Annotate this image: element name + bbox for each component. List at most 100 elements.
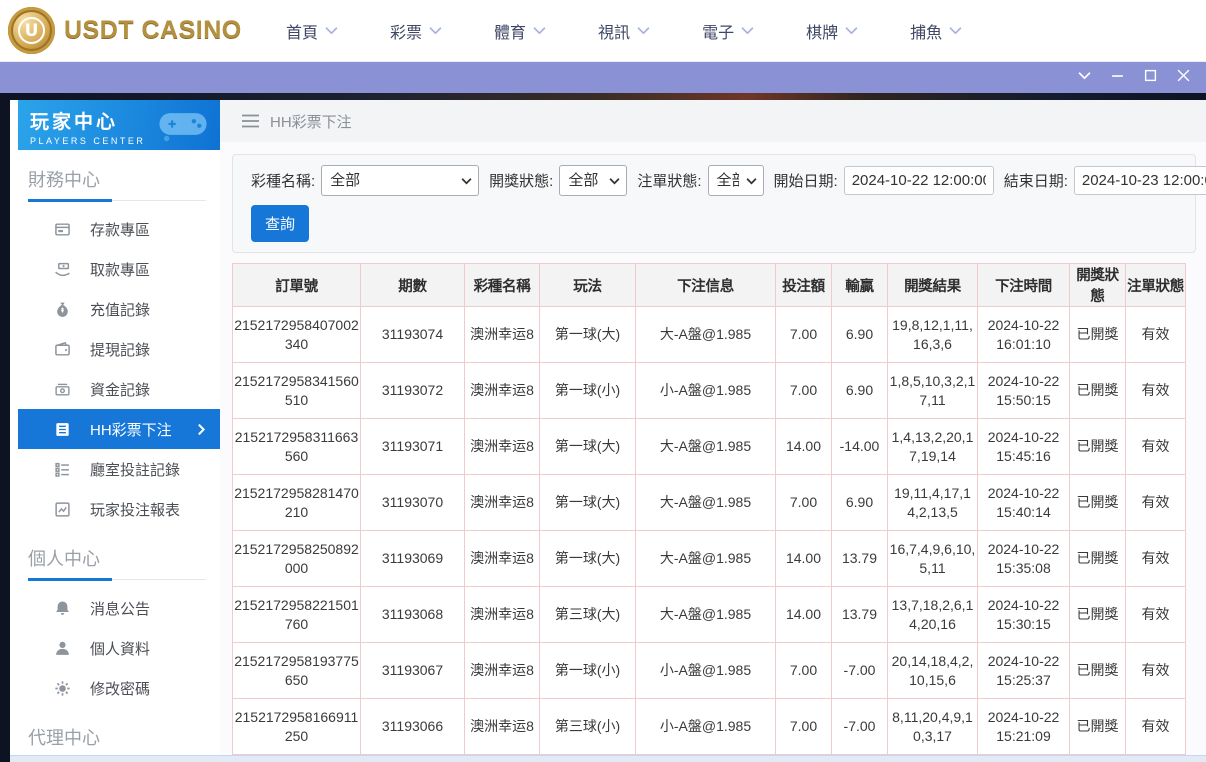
chevron-right-icon — [197, 423, 206, 436]
end-date-input[interactable] — [1074, 166, 1206, 195]
cell-bet-amount: 14.00 — [776, 419, 832, 475]
cell-play-type: 第一球(大) — [540, 475, 636, 531]
cell-win-loss: 6.90 — [832, 475, 888, 531]
lottery-select-wrap: 全部 — [321, 165, 479, 196]
order-status-select[interactable]: 全部 — [708, 165, 764, 196]
draw-status-filter: 開獎狀態: 全部 — [489, 165, 627, 196]
sidebar-item-label: 廳室投註記錄 — [90, 459, 180, 480]
chevron-down-icon — [429, 26, 442, 35]
chevron-down-icon — [741, 26, 754, 35]
sidebar-item-hall-bet-record[interactable]: 廳室投註記錄 — [18, 449, 220, 489]
sidebar-item-player-bet-report[interactable]: 玩家投注報表 — [18, 489, 220, 529]
lottery-select[interactable]: 全部 — [321, 165, 479, 196]
cell-period: 31193069 — [361, 531, 465, 587]
nav-item-sports[interactable]: 體育 — [468, 0, 572, 62]
maximize-button[interactable] — [1134, 62, 1167, 93]
main-content: HH彩票下注 彩種名稱: 全部 開獎狀態: — [220, 100, 1206, 762]
cell-draw-status: 已開獎 — [1070, 643, 1126, 699]
nav-item-chess[interactable]: 棋牌 — [780, 0, 884, 62]
col-bet-info: 下注信息 — [636, 264, 776, 307]
col-win-loss: 輸贏 — [832, 264, 888, 307]
col-lottery-name: 彩種名稱 — [465, 264, 540, 307]
chevron-down-icon — [637, 26, 650, 35]
close-icon — [1177, 69, 1190, 87]
player-center-panel: 玩家中心 PLAYERS CENTER 財務中心存款專區取款專區充值記錄提現記錄… — [10, 100, 1206, 762]
cell-win-loss: -14.00 — [832, 419, 888, 475]
cell-bet-time: 2024-10-22 15:30:15 — [978, 587, 1070, 643]
brand-name: USDT CASINO — [64, 16, 242, 45]
lottery-filter-label: 彩種名稱: — [251, 170, 315, 191]
cell-order-status: 有效 — [1126, 475, 1186, 531]
nav-item-slots[interactable]: 電子 — [676, 0, 780, 62]
chevron-down-icon — [533, 26, 546, 35]
cell-bet-amount: 7.00 — [776, 475, 832, 531]
sidebar-item-withdrawal-record[interactable]: 提現記錄 — [18, 329, 220, 369]
nav-item-live[interactable]: 視訊 — [572, 0, 676, 62]
cell-order-status: 有效 — [1126, 587, 1186, 643]
section-divider — [28, 198, 206, 201]
draw-status-select[interactable]: 全部 — [559, 165, 627, 196]
cell-bet-info: 大-A盤@1.985 — [636, 419, 776, 475]
nav-item-fishing[interactable]: 捕魚 — [884, 0, 988, 62]
horizontal-scrollbar[interactable] — [10, 755, 1206, 762]
table-row: 215217295840700234031193074澳洲幸运8第一球(大)大-… — [233, 307, 1186, 363]
sidebar-item-announcements[interactable]: 消息公告 — [18, 588, 220, 628]
cell-order-no: 2152172958311663560 — [233, 419, 361, 475]
nav-item-label: 電子 — [702, 19, 734, 43]
start-date-filter: 開始日期: — [774, 166, 994, 195]
search-button[interactable]: 查詢 — [251, 205, 309, 242]
end-date-label: 結束日期: — [1004, 170, 1068, 191]
chevron-down-icon — [325, 26, 338, 35]
chart-icon — [54, 501, 71, 518]
sidebar-item-change-password[interactable]: 修改密碼 — [18, 668, 220, 708]
brand[interactable]: U USDT CASINO — [0, 7, 238, 54]
table-body: 215217295840700234031193074澳洲幸运8第一球(大)大-… — [233, 307, 1186, 755]
nav-item-lottery[interactable]: 彩票 — [364, 0, 468, 62]
sidebar-item-funds-record[interactable]: 資金記錄 — [18, 369, 220, 409]
cell-play-type: 第一球(小) — [540, 363, 636, 419]
col-play-type: 玩法 — [540, 264, 636, 307]
nav-item-label: 視訊 — [598, 19, 630, 43]
gear-icon — [54, 680, 71, 697]
col-period: 期數 — [361, 264, 465, 307]
nav-item-label: 棋牌 — [806, 19, 838, 43]
sidebar-item-profile[interactable]: 個人資料 — [18, 628, 220, 668]
menu-toggle-icon[interactable] — [242, 114, 259, 128]
close-button[interactable] — [1167, 62, 1200, 93]
dropdown-button[interactable] — [1068, 62, 1101, 93]
sidebar-item-recharge-record[interactable]: 充值記錄 — [18, 289, 220, 329]
breadcrumb: HH彩票下注 — [220, 100, 1206, 142]
cell-period: 31193068 — [361, 587, 465, 643]
deposit-icon — [54, 221, 71, 238]
cell-draw-status: 已開獎 — [1070, 587, 1126, 643]
sidebar-item-hh-lottery-bet[interactable]: HH彩票下注 — [18, 409, 220, 449]
cell-order-no: 2152172958193775650 — [233, 643, 361, 699]
cell-draw-status: 已開獎 — [1070, 531, 1126, 587]
cell-lottery-name: 澳洲幸运8 — [465, 363, 540, 419]
cell-order-status: 有效 — [1126, 699, 1186, 755]
cell-draw-status: 已開獎 — [1070, 307, 1126, 363]
col-order-status: 注單狀態 — [1126, 264, 1186, 307]
cell-order-no: 2152172958281470210 — [233, 475, 361, 531]
cell-play-type: 第三球(小) — [540, 699, 636, 755]
nav-item-home[interactable]: 首頁 — [260, 0, 364, 62]
cell-order-status: 有效 — [1126, 531, 1186, 587]
cell-draw-status: 已開獎 — [1070, 475, 1126, 531]
table-row: 215217295834156051031193072澳洲幸运8第一球(小)小-… — [233, 363, 1186, 419]
cell-period: 31193072 — [361, 363, 465, 419]
cell-bet-amount: 7.00 — [776, 643, 832, 699]
cell-lottery-name: 澳洲幸运8 — [465, 531, 540, 587]
minimize-button[interactable] — [1101, 62, 1134, 93]
cell-bet-info: 小-A盤@1.985 — [636, 363, 776, 419]
sidebar-item-deposit[interactable]: 存款專區 — [18, 209, 220, 249]
order-status-filter: 注單狀態: 全部 — [637, 165, 763, 196]
sidebar-section-title: 代理中心 — [28, 724, 220, 750]
start-date-input[interactable] — [844, 166, 994, 195]
cell-order-no: 2152172958250892000 — [233, 531, 361, 587]
sidebar-item-withdraw[interactable]: 取款專區 — [18, 249, 220, 289]
cell-play-type: 第一球(大) — [540, 531, 636, 587]
sidebar-section-title: 個人中心 — [28, 545, 220, 571]
maximize-icon — [1144, 69, 1157, 87]
table-row: 215217295816691125031193066澳洲幸运8第三球(小)小-… — [233, 699, 1186, 755]
chevron-down-icon — [845, 26, 858, 35]
